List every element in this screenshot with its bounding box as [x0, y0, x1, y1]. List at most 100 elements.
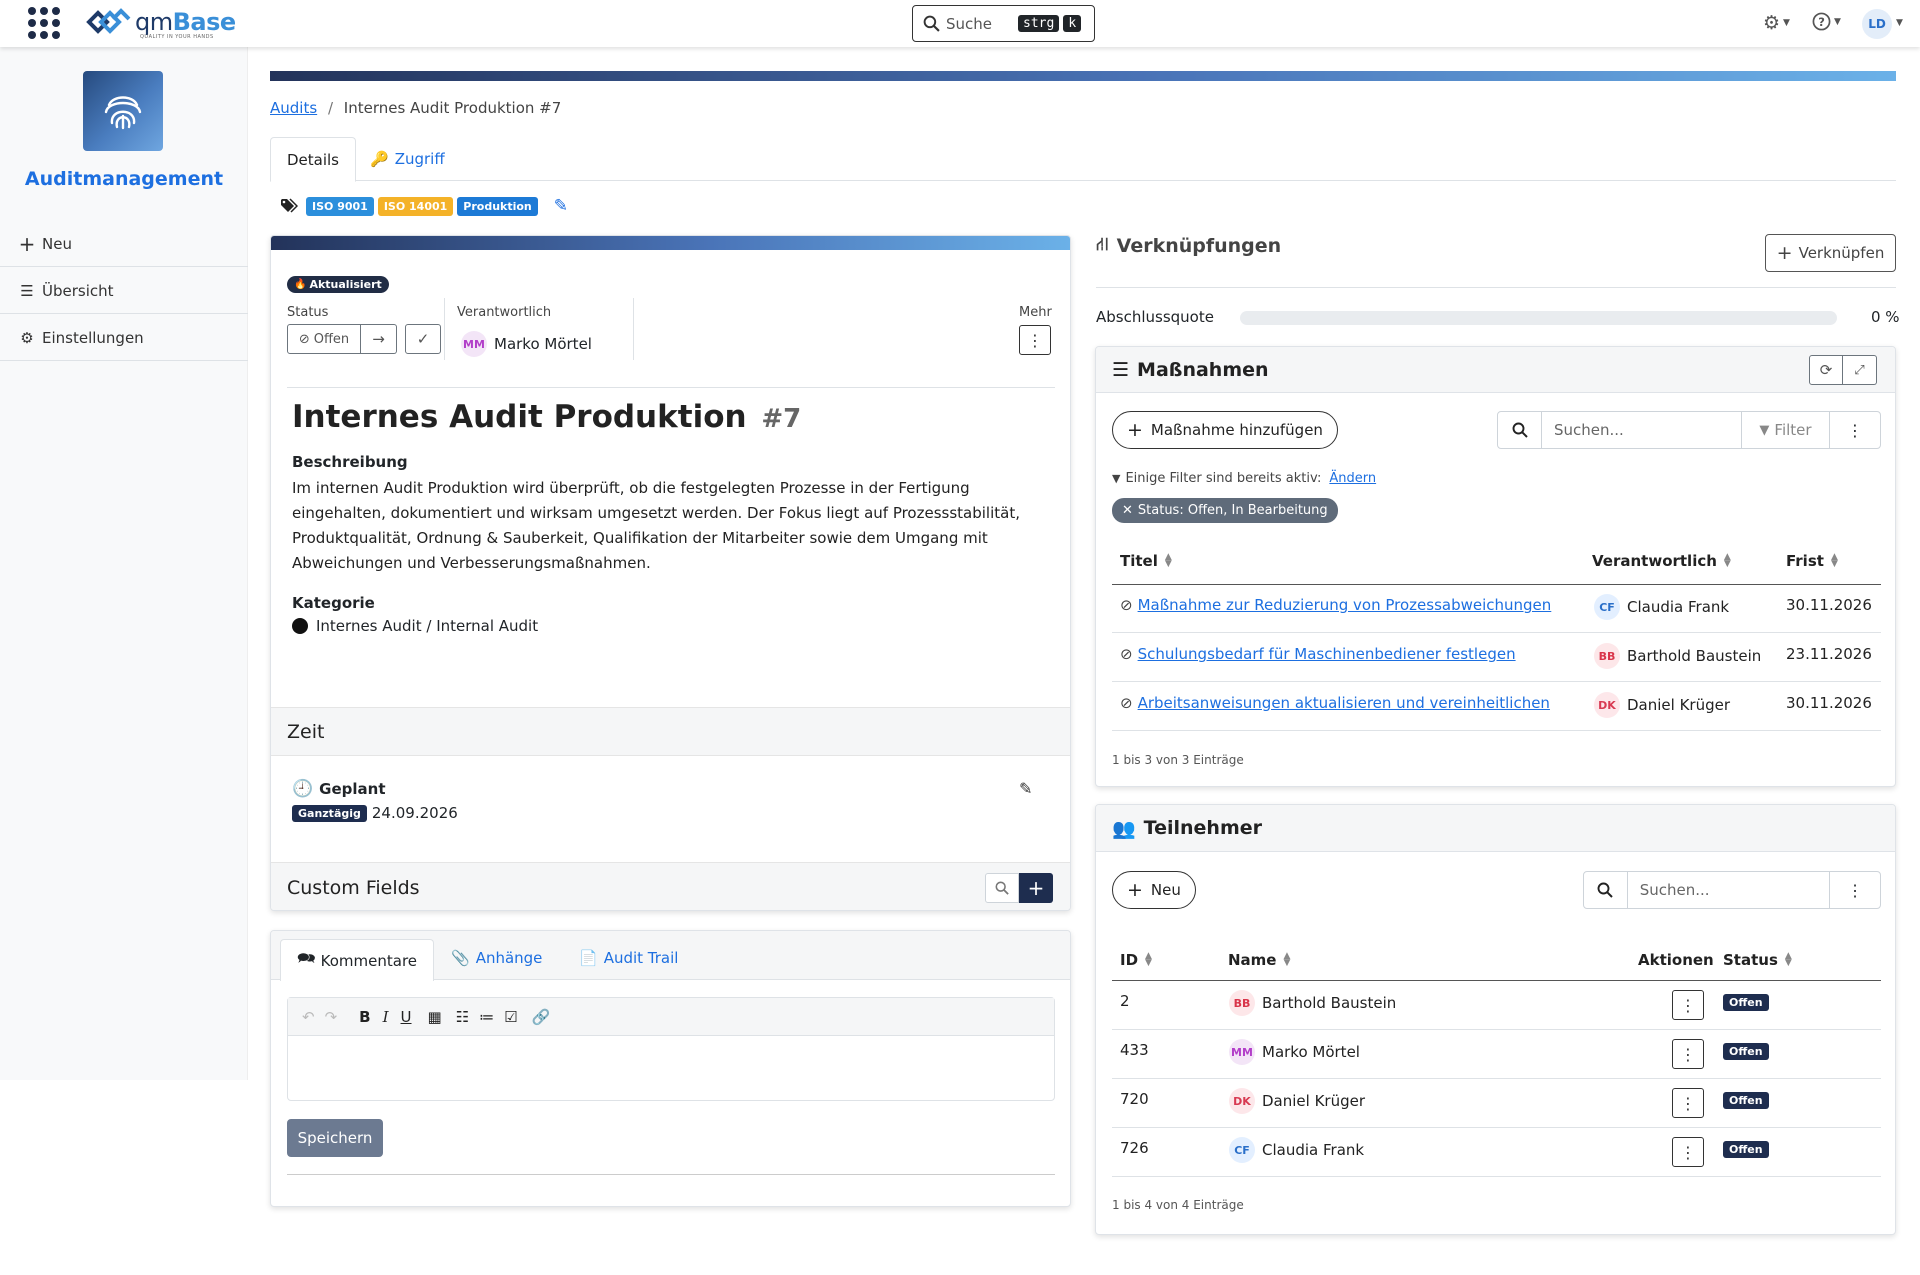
status-next-button[interactable]: → — [361, 324, 397, 354]
numbered-list-icon[interactable]: ≔ — [479, 1008, 494, 1026]
tab-label: Details — [287, 150, 340, 169]
breadcrumb-link-audits[interactable]: Audits — [270, 99, 317, 117]
completion-progress-bar — [1240, 311, 1837, 325]
participant-id: 720 — [1120, 1090, 1149, 1108]
more-options-button[interactable]: ⋮ — [1019, 325, 1051, 355]
link-icon[interactable]: 🔗 — [532, 1008, 551, 1026]
category-dot-icon — [292, 618, 308, 634]
italic-icon[interactable]: I — [383, 1008, 389, 1026]
custom-fields-add-button[interactable]: + — [1019, 873, 1053, 903]
participant-name: DK Daniel Krüger — [1229, 1088, 1365, 1114]
measures-options-button[interactable]: ⋮ — [1830, 412, 1880, 448]
measure-link[interactable]: Arbeitsanweisungen aktualisieren und ver… — [1138, 694, 1550, 712]
participant-status: Offen — [1723, 1092, 1769, 1109]
participant-id: 433 — [1120, 1041, 1149, 1059]
measure-link[interactable]: Maßnahme zur Reduzierung von Prozessabwe… — [1138, 596, 1552, 614]
undo-icon[interactable]: ↶ — [302, 1008, 315, 1026]
tab-attachments[interactable]: 📎 Anhänge — [451, 949, 542, 967]
participant-actions-button[interactable]: ⋮ — [1672, 1039, 1704, 1069]
column-header-title[interactable]: Titel ▲ ▼ — [1120, 552, 1175, 570]
edit-time-pencil-icon[interactable]: ✎ — [1019, 779, 1032, 798]
status-badge: Offen — [1723, 1141, 1769, 1158]
participants-options-button[interactable]: ⋮ — [1830, 872, 1880, 908]
sidebar-item-uebersicht[interactable]: ☰ Übersicht — [0, 268, 248, 314]
column-header-responsible[interactable]: Verantwortlich ▲ ▼ — [1592, 552, 1734, 570]
participant-actions-button[interactable]: ⋮ — [1672, 1088, 1704, 1118]
participant-actions-button[interactable]: ⋮ — [1672, 1137, 1704, 1167]
measure-responsible: DK Daniel Krüger — [1594, 692, 1730, 718]
tab-audit-trail[interactable]: 📄 Audit Trail — [579, 949, 678, 967]
participant-status: Offen — [1723, 994, 1769, 1011]
tag-iso-9001[interactable]: ISO 9001 — [306, 196, 374, 216]
fingerprint-icon — [104, 96, 142, 130]
divider — [1096, 287, 1896, 288]
tag-iso-14001[interactable]: ISO 14001 — [377, 196, 454, 216]
participant-actions-button[interactable]: ⋮ — [1672, 990, 1704, 1020]
sort-icon: ▲ ▼ — [1784, 951, 1792, 968]
tab-zugriff[interactable]: 🔑 Zugriff — [354, 137, 461, 181]
column-header-status[interactable]: Status ▲ ▼ — [1723, 951, 1795, 969]
save-comment-button[interactable]: Speichern — [287, 1119, 383, 1157]
expand-button[interactable]: ⤢ — [1843, 355, 1877, 385]
filter-chip[interactable]: ✕ Status: Offen, In Bearbeitung — [1112, 498, 1338, 523]
participants-search-group: Suchen... ⋮ — [1583, 871, 1881, 909]
tags-icon — [281, 198, 298, 213]
search-label: Suche — [946, 14, 993, 33]
apps-grid-icon[interactable] — [28, 7, 60, 39]
column-header-id[interactable]: ID ▲ ▼ — [1120, 951, 1155, 969]
table-row: ⊘ Schulungsbedarf für Maschinenbediener … — [1120, 645, 1516, 663]
list-icon: ☰ — [20, 281, 34, 300]
user-avatar[interactable]: LD — [1862, 9, 1892, 39]
responsible-person[interactable]: MM Marko Mörtel — [461, 331, 592, 357]
underline-icon[interactable]: U — [401, 1008, 412, 1026]
status-complete-button[interactable]: ✓ — [405, 324, 441, 354]
sidebar-item-neu[interactable]: + Neu — [0, 221, 248, 267]
sidebar-item-label: Einstellungen — [42, 328, 144, 347]
filter-button[interactable]: ▼ Filter — [1742, 412, 1830, 448]
check-circle-icon: ⊘ — [1120, 596, 1133, 614]
help-menu-button[interactable]: ? ▼ — [1812, 12, 1841, 31]
custom-fields-search-button[interactable] — [985, 873, 1019, 903]
filter-change-link[interactable]: Ändern — [1329, 471, 1376, 486]
status-control: ⊘ Offen → ✓ — [287, 324, 441, 354]
edit-tags-pencil-icon[interactable]: ✎ — [554, 196, 568, 216]
planned-label: 🕘 Geplant — [292, 779, 386, 799]
bold-icon[interactable]: B — [359, 1008, 370, 1026]
participants-search-input[interactable]: Suchen... — [1628, 872, 1831, 908]
tag-produktion[interactable]: Produktion — [457, 196, 538, 216]
redo-icon[interactable]: ↷ — [325, 1008, 338, 1026]
vertical-dots-icon: ⋮ — [1027, 330, 1043, 350]
check-circle-icon: ⊘ — [298, 331, 310, 347]
arrow-right-icon: → — [372, 330, 385, 348]
comment-textarea[interactable] — [288, 1036, 1054, 1100]
table-icon[interactable]: ▦ — [428, 1008, 442, 1026]
refresh-button[interactable]: ⟳ — [1809, 355, 1843, 385]
tab-comments[interactable]: 🗪 Kommentare — [280, 939, 434, 981]
column-header-name[interactable]: Name ▲ ▼ — [1228, 951, 1293, 969]
responsible-name: Marko Mörtel — [494, 335, 592, 353]
divider — [287, 387, 1055, 388]
measures-search-input[interactable]: Suchen... — [1542, 412, 1742, 448]
qmbase-logo[interactable]: qmBase QUALITY IN YOUR HANDS — [83, 7, 236, 40]
status-label: Status — [287, 305, 329, 320]
filter-icon: ▼ — [1759, 422, 1770, 438]
checklist-icon[interactable]: ☑ — [504, 1008, 517, 1026]
module-title[interactable]: Auditmanagement — [0, 168, 248, 190]
add-participant-button[interactable]: + Neu — [1112, 871, 1196, 909]
header-stripe — [270, 71, 1896, 81]
measure-link[interactable]: Schulungsbedarf für Maschinenbediener fe… — [1138, 645, 1516, 663]
participant-id: 726 — [1120, 1139, 1149, 1157]
link-button[interactable]: + Verknüpfen — [1765, 234, 1896, 272]
measure-deadline: 23.11.2026 — [1786, 645, 1872, 663]
tab-details[interactable]: Details — [270, 137, 357, 182]
status-value-button[interactable]: ⊘ Offen — [287, 324, 361, 354]
sidebar: Auditmanagement + Neu ☰ Übersicht ⚙ Eins… — [0, 47, 248, 1080]
column-header-deadline[interactable]: Frist ▲ ▼ — [1786, 552, 1841, 570]
table-row: ⊘ Arbeitsanweisungen aktualisieren und v… — [1120, 694, 1550, 712]
participant-name: MM Marko Mörtel — [1229, 1039, 1360, 1065]
sidebar-item-einstellungen[interactable]: ⚙ Einstellungen — [0, 315, 248, 361]
bullet-list-icon[interactable]: ☷ — [456, 1008, 469, 1026]
settings-menu-button[interactable]: ⚙ ▼ — [1763, 12, 1790, 34]
global-search-button[interactable]: Suche strg k — [912, 5, 1095, 42]
add-measure-button[interactable]: + Maßnahme hinzufügen — [1112, 411, 1338, 449]
